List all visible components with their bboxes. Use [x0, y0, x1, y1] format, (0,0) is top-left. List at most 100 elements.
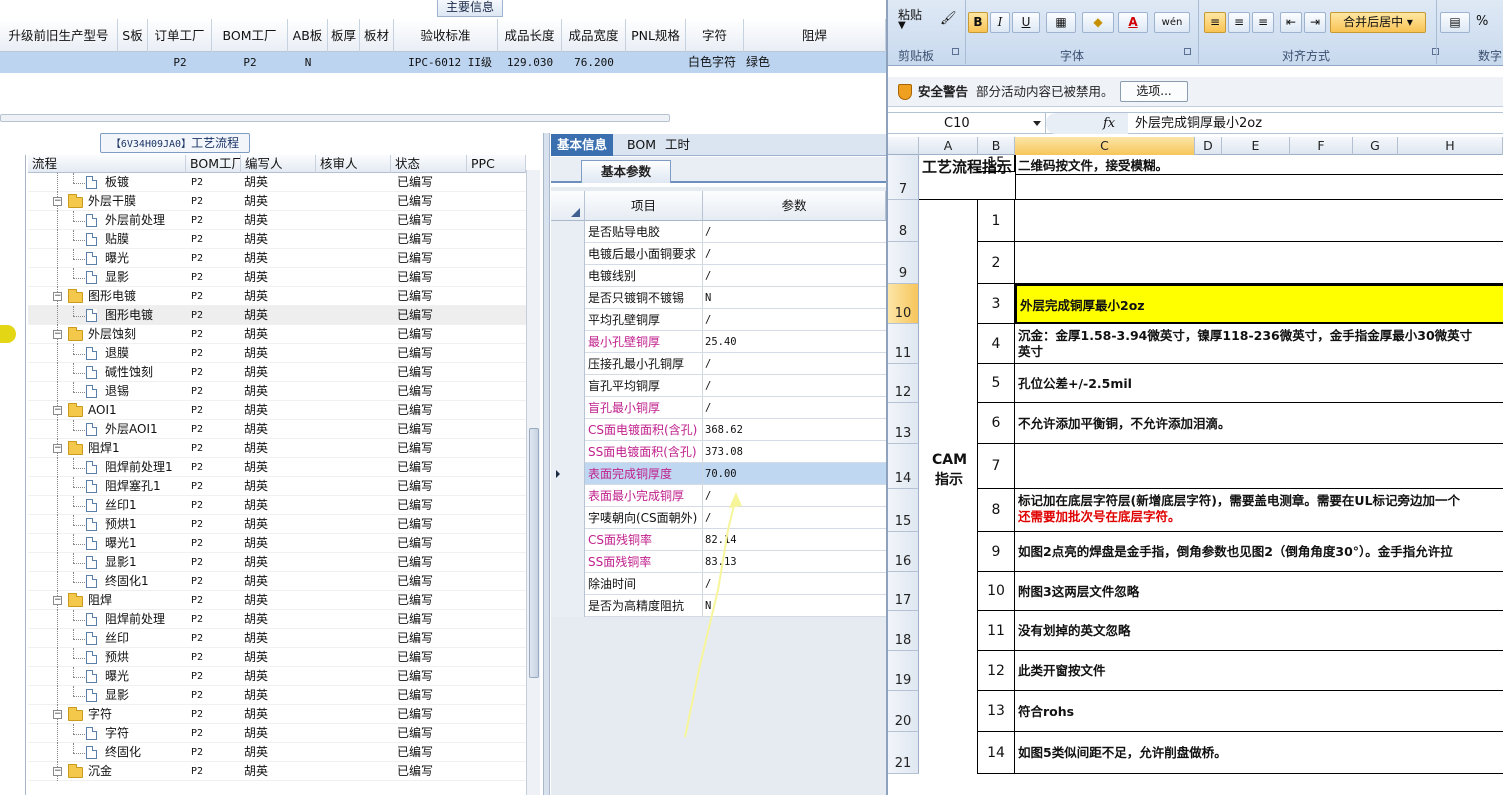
column-header[interactable]: B	[978, 137, 1015, 155]
process-tree-row[interactable]: 外层AOI1 P2 胡英 已编写	[28, 420, 526, 439]
instruction-cell[interactable]	[1015, 200, 1503, 242]
main-info-cell[interactable]: IPC-6012 II级	[394, 52, 498, 73]
panel-splitter[interactable]	[543, 133, 550, 795]
item-number-cell[interactable]: 5	[978, 364, 1015, 403]
param-row[interactable]: 盲孔平均铜厚 /	[551, 375, 886, 397]
collapse-toggle-icon[interactable]: −	[53, 596, 62, 605]
param-value[interactable]: /	[703, 221, 886, 242]
param-row[interactable]: 表面完成铜厚度 70.00	[551, 463, 886, 485]
select-all-corner[interactable]	[888, 137, 919, 155]
underline-button[interactable]: U	[1012, 12, 1040, 33]
instruction-cell[interactable]: 沉金：金厚1.58-3.94微英寸，镍厚118-236微英寸，金手指金厚最小30…	[1015, 324, 1503, 364]
main-info-cell[interactable]: P2	[212, 52, 288, 73]
row-selector[interactable]	[551, 331, 585, 353]
row-header[interactable]: 18	[888, 611, 919, 651]
item-number-cell[interactable]: 13	[978, 691, 1015, 732]
row-selector[interactable]	[551, 573, 585, 595]
process-tree-row[interactable]: 曝光 P2 胡英 已编写	[28, 249, 526, 268]
row-selector[interactable]	[551, 529, 585, 551]
item-number-cell[interactable]: 10	[978, 572, 1015, 611]
row-header[interactable]: 13	[888, 403, 919, 444]
row-header[interactable]: 12	[888, 364, 919, 403]
process-tree-row[interactable]: 字符 P2 胡英 已编写	[28, 724, 526, 743]
chevron-down-icon[interactable]	[1033, 121, 1041, 126]
font-color-button[interactable]: A	[1118, 12, 1148, 33]
main-info-col-header[interactable]: S板	[118, 19, 148, 52]
param-value[interactable]: 373.08	[703, 441, 886, 462]
param-row[interactable]: 是否只镀铜不镀锡 N	[551, 287, 886, 309]
main-info-col-header[interactable]: 成品长度	[498, 19, 562, 52]
row-selector[interactable]	[551, 551, 585, 573]
param-value[interactable]: 82.14	[703, 529, 886, 550]
row-header[interactable]: 17	[888, 572, 919, 611]
process-tree-row[interactable]: 显影1 P2 胡英 已编写	[28, 553, 526, 572]
item-number-cell[interactable]: 7	[978, 444, 1015, 489]
column-header[interactable]: H	[1398, 137, 1503, 155]
align-left-icon[interactable]: ≡	[1204, 12, 1226, 33]
param-value[interactable]: N	[703, 287, 886, 308]
process-col-header[interactable]: 编写人	[241, 155, 316, 173]
process-vscrollbar[interactable]	[526, 170, 540, 795]
row-selector[interactable]	[551, 287, 585, 309]
main-info-row[interactable]: P2 P2 N IPC-6012 II级 129.030 76.200 白色字符 绿色	[0, 52, 886, 73]
row-header[interactable]: 9	[888, 242, 919, 284]
process-col-header[interactable]: 核审人	[316, 155, 391, 173]
collapse-toggle-icon[interactable]: −	[53, 406, 62, 415]
main-info-cell[interactable]: 白色字符	[686, 52, 744, 73]
process-tree-row[interactable]: 显影 P2 胡英 已编写	[28, 268, 526, 287]
fill-color-icon[interactable]: ◆	[1082, 12, 1114, 33]
main-info-cell[interactable]: 76.200	[562, 52, 626, 73]
main-info-cell[interactable]: 129.030	[498, 52, 562, 73]
phonetic-button[interactable]: wén	[1154, 12, 1190, 33]
param-row[interactable]: 除油时间 /	[551, 573, 886, 595]
info-tab[interactable]: BOM	[621, 134, 662, 156]
row-header[interactable]: 7	[888, 155, 919, 200]
instruction-cell[interactable]: 标记加在底层字符层(新增底层字符)，需要盖电测章。需要在UL标记旁边加一个 还需要…	[1015, 489, 1503, 532]
security-options-button[interactable]: 选项...	[1120, 81, 1188, 102]
main-info-col-header[interactable]: 升级前旧生产型号	[0, 19, 118, 52]
main-info-col-header[interactable]: 订单工厂	[148, 19, 212, 52]
name-box[interactable]: C10	[888, 113, 1046, 134]
percent-button[interactable]: %	[1476, 14, 1488, 29]
param-value[interactable]: /	[703, 309, 886, 330]
param-value[interactable]: /	[703, 243, 886, 264]
row-selector[interactable]	[551, 309, 585, 331]
process-tree-row[interactable]: 曝光 P2 胡英 已编写	[28, 667, 526, 686]
column-header[interactable]: F	[1290, 137, 1353, 155]
main-info-cell[interactable]: N	[288, 52, 328, 73]
scroll-thumb[interactable]	[529, 428, 539, 678]
main-info-col-header[interactable]: BOM工厂	[212, 19, 288, 52]
main-info-cell[interactable]	[360, 52, 394, 73]
col-header-item[interactable]: 项目	[585, 191, 703, 220]
param-value[interactable]: /	[703, 375, 886, 396]
process-tree-row[interactable]: 丝印1 P2 胡英 已编写	[28, 496, 526, 515]
merge-center-button[interactable]: 合并后居中 ▾	[1330, 12, 1426, 33]
row-selector[interactable]	[551, 595, 585, 617]
process-tree-row[interactable]: 阻焊前处理 P2 胡英 已编写	[28, 610, 526, 629]
collapse-toggle-icon[interactable]: −	[53, 767, 62, 776]
param-value[interactable]: /	[703, 397, 886, 418]
italic-button[interactable]: I	[990, 12, 1010, 33]
formula-input[interactable]: 外层完成铜厚最小2oz	[1135, 113, 1262, 134]
main-info-cell[interactable]	[328, 52, 360, 73]
process-col-header[interactable]: 状态	[391, 155, 467, 173]
collapse-toggle-icon[interactable]: −	[53, 330, 62, 339]
process-tree-row[interactable]: − 阻焊1 P2 胡英 已编写	[28, 439, 526, 458]
process-tree-row[interactable]: 终固化1 P2 胡英 已编写	[28, 572, 526, 591]
instruction-cell[interactable]: 此类开窗按文件	[1015, 651, 1503, 691]
item-number-cell[interactable]: 6	[978, 403, 1015, 444]
instruction-cell[interactable]: 不允许添加平衡铜，不允许添加泪滴。	[1015, 403, 1503, 444]
process-col-header[interactable]: PPC	[467, 155, 526, 173]
row-selector[interactable]	[551, 463, 585, 485]
param-row[interactable]: SS面残铜率 83.13	[551, 551, 886, 573]
item-number-cell[interactable]: 15	[978, 155, 1015, 172]
align-center-icon[interactable]: ≡	[1228, 12, 1250, 33]
param-row[interactable]: SS面电镀面积(含孔) 373.08	[551, 441, 886, 463]
process-tree-row[interactable]: 图形电镀 P2 胡英 已编写	[28, 306, 526, 325]
row-selector[interactable]	[551, 507, 585, 529]
main-info-cell[interactable]: P2	[148, 52, 212, 73]
process-tree-row[interactable]: 终固化 P2 胡英 已编写	[28, 743, 526, 762]
param-row[interactable]: CS面残铜率 82.14	[551, 529, 886, 551]
grid-corner[interactable]	[551, 191, 585, 221]
process-tree-row[interactable]: 退膜 P2 胡英 已编写	[28, 344, 526, 363]
